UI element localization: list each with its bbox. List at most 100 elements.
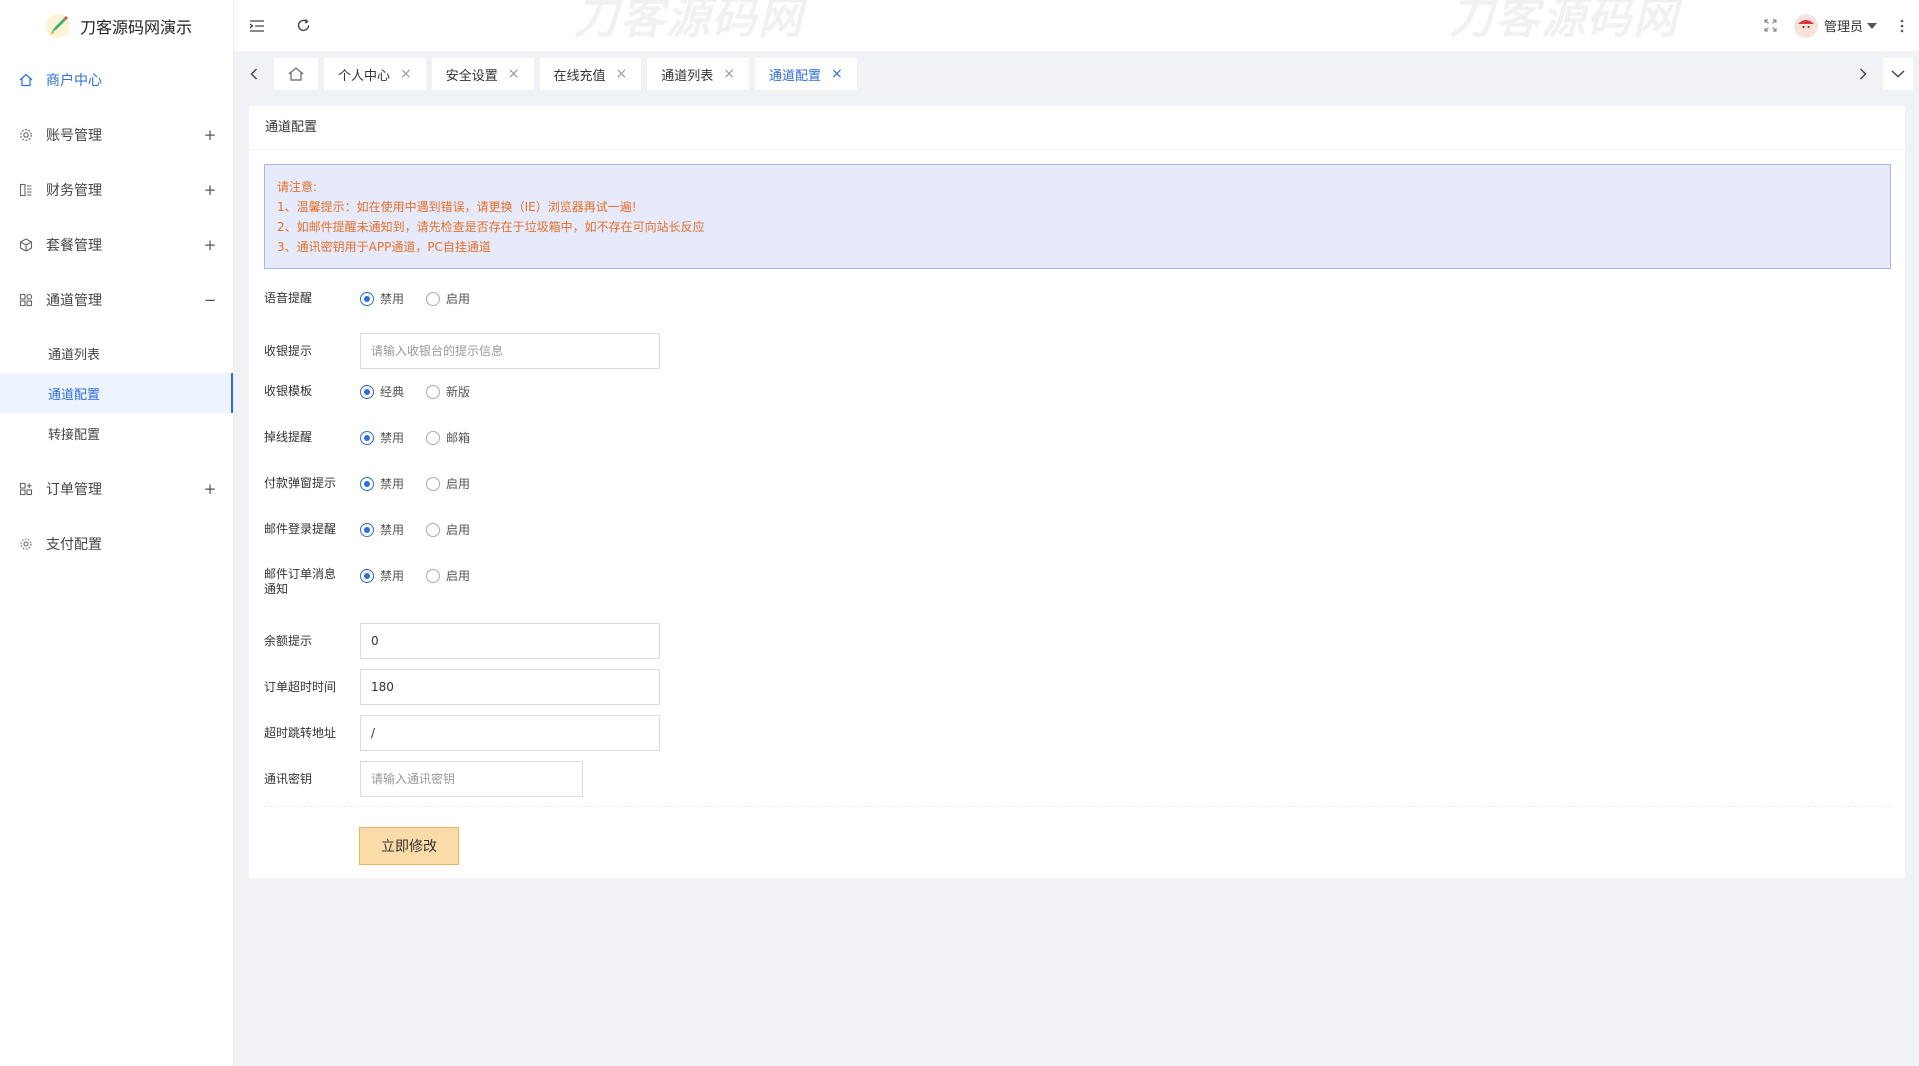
- field-label: 收银提示: [264, 343, 313, 358]
- mail-login-disable-radio[interactable]: 禁用: [360, 521, 404, 538]
- cashier-tip-row: 收银提示: [264, 333, 660, 369]
- close-icon[interactable]: ×: [831, 66, 843, 82]
- gear-icon: [18, 127, 34, 143]
- mail-order-enable-radio[interactable]: 启用: [426, 567, 470, 584]
- caret-down-icon: [1867, 22, 1877, 29]
- refresh-icon: [297, 19, 309, 32]
- mail-login-enable-radio[interactable]: 启用: [426, 521, 470, 538]
- tab-personal-center[interactable]: 个人中心 ×: [324, 58, 426, 90]
- field-label: 掉线提醒: [264, 430, 313, 444]
- sidebar-menu-bottom: 订单管理 + 支付配置: [0, 461, 233, 571]
- radio-dot: [360, 522, 374, 537]
- template-new-radio[interactable]: 新版: [426, 383, 470, 400]
- sidebar-menu: 商户中心 账号管理 + 财务管理 + 套餐管理 + 通道管理 −: [0, 52, 233, 327]
- tab-online-recharge[interactable]: 在线充值 ×: [539, 58, 642, 90]
- radio-label: 启用: [446, 569, 471, 583]
- radio-label: 禁用: [380, 477, 405, 491]
- mail-order-notify-row: 邮件订单消息通知 禁用 启用: [264, 567, 492, 597]
- app-title: 刀客源码网演示: [80, 18, 193, 37]
- close-icon[interactable]: ×: [723, 66, 735, 82]
- app-logo[interactable]: 刀客源码网演示: [0, 0, 233, 52]
- fullscreen-icon: [1764, 19, 1777, 32]
- field-label: 余额提示: [264, 633, 313, 648]
- balance-tip-input[interactable]: [360, 623, 660, 659]
- tabs-dropdown-button[interactable]: [1883, 58, 1913, 90]
- tab-label: 安全设置: [445, 68, 498, 84]
- panel-title: 通道配置: [249, 106, 1905, 150]
- tab-channel-config[interactable]: 通道配置 ×: [755, 58, 857, 90]
- offline-email-radio[interactable]: 邮箱: [426, 429, 470, 446]
- notice-heading: 请注意:: [277, 180, 318, 194]
- radio-dot: [360, 568, 374, 583]
- tab-label: 通道配置: [769, 68, 822, 84]
- radio-label: 新版: [446, 385, 471, 399]
- notice-line: 1、温馨提示：如在使用中遇到错误，请更换（IE）浏览器再试一遍!: [277, 200, 637, 214]
- field-label: 订单超时时间: [264, 679, 337, 694]
- offline-disable-radio[interactable]: 禁用: [360, 429, 404, 446]
- cashier-template-row: 收银模板 经典 新版: [264, 383, 492, 400]
- sidebar-subitem-channel-list[interactable]: 通道列表: [0, 333, 233, 373]
- offline-remind-row: 掉线提醒 禁用 邮箱: [264, 429, 492, 446]
- expand-icon: +: [203, 125, 217, 144]
- tab-security-settings[interactable]: 安全设置 ×: [431, 58, 534, 90]
- sidebar-item-channel[interactable]: 通道管理 −: [0, 272, 233, 327]
- order-icon: [18, 481, 34, 497]
- sidebar-subitem-channel-config[interactable]: 通道配置: [0, 373, 233, 413]
- refresh-button[interactable]: [280, 0, 326, 52]
- order-timeout-input[interactable]: [360, 669, 660, 705]
- template-classic-radio[interactable]: 经典: [360, 383, 404, 400]
- popup-disable-radio[interactable]: 禁用: [360, 475, 404, 492]
- sidebar-subitem-transfer-config[interactable]: 转接配置: [0, 413, 233, 453]
- more-button[interactable]: [1885, 0, 1919, 52]
- radio-dot: [360, 430, 374, 445]
- sidebar-item-account[interactable]: 账号管理 +: [0, 107, 233, 162]
- tab-channel-list[interactable]: 通道列表 ×: [647, 58, 749, 90]
- fullscreen-button[interactable]: [1748, 0, 1794, 52]
- config-panel: 通道配置 请注意: 1、温馨提示：如在使用中遇到错误，请更换（IE）浏览器再试一…: [249, 106, 1905, 878]
- radio-label: 禁用: [380, 431, 405, 445]
- field-label: 付款弹窗提示: [264, 476, 337, 490]
- menu-fold-button[interactable]: [234, 0, 280, 52]
- field-label: 收银模板: [264, 384, 313, 398]
- mail-order-disable-radio[interactable]: 禁用: [360, 567, 404, 584]
- menu-fold-icon: [249, 19, 264, 32]
- sidebar-item-finance[interactable]: 财务管理 +: [0, 162, 233, 217]
- radio-dot: [426, 384, 441, 399]
- voice-remind-disable-radio[interactable]: 禁用: [360, 290, 404, 307]
- sidebar-item-order[interactable]: 订单管理 +: [0, 461, 233, 516]
- finance-icon: [18, 182, 34, 198]
- cashier-tip-input[interactable]: [360, 333, 660, 369]
- payment-popup-row: 付款弹窗提示 禁用 启用: [264, 475, 492, 492]
- home-icon: [18, 72, 34, 88]
- package-icon: [18, 237, 34, 253]
- order-timeout-row: 订单超时时间: [264, 669, 660, 705]
- channel-submenu: 通道列表 通道配置 转接配置: [0, 327, 233, 461]
- notice-line: 2、如邮件提醒未通知到，请先检查是否存在于垃圾箱中，如不存在可向站长反应: [277, 220, 705, 234]
- field-label: 邮件订单消息通知: [264, 567, 337, 596]
- tabs-scroll-right-button[interactable]: [1843, 52, 1883, 96]
- chevron-down-icon: [1891, 70, 1905, 78]
- tab-list: 个人中心 × 安全设置 × 在线充值 × 通道列表 × 通道配置 ×: [274, 58, 1843, 90]
- user-name: 管理员: [1823, 20, 1863, 35]
- voice-remind-enable-radio[interactable]: 启用: [426, 290, 470, 307]
- radio-dot: [360, 476, 374, 491]
- mail-login-remind-row: 邮件登录提醒 禁用 启用: [264, 521, 492, 538]
- sidebar-item-payment-config[interactable]: 支付配置: [0, 516, 233, 571]
- user-menu[interactable]: 管理员: [1793, 13, 1877, 38]
- settings-icon: [18, 536, 34, 552]
- tabs-scroll-left-button[interactable]: [234, 52, 274, 96]
- close-icon[interactable]: ×: [508, 66, 520, 82]
- sidebar: 刀客源码网演示 商户中心 账号管理 + 财务管理 + 套餐管理 + 通道管理 −…: [0, 0, 234, 1066]
- close-icon[interactable]: ×: [616, 66, 628, 82]
- timeout-redirect-row: 超时跳转地址: [264, 715, 660, 751]
- home-icon: [288, 67, 304, 81]
- timeout-redirect-input[interactable]: [360, 715, 660, 751]
- sidebar-item-package[interactable]: 套餐管理 +: [0, 217, 233, 272]
- submit-button[interactable]: 立即修改: [359, 827, 459, 865]
- sidebar-item-merchant-center[interactable]: 商户中心: [0, 52, 233, 107]
- close-icon[interactable]: ×: [400, 66, 412, 82]
- form-divider: [264, 806, 1891, 807]
- popup-enable-radio[interactable]: 启用: [426, 475, 470, 492]
- comm-key-input[interactable]: [360, 761, 583, 797]
- tab-home[interactable]: [274, 58, 318, 90]
